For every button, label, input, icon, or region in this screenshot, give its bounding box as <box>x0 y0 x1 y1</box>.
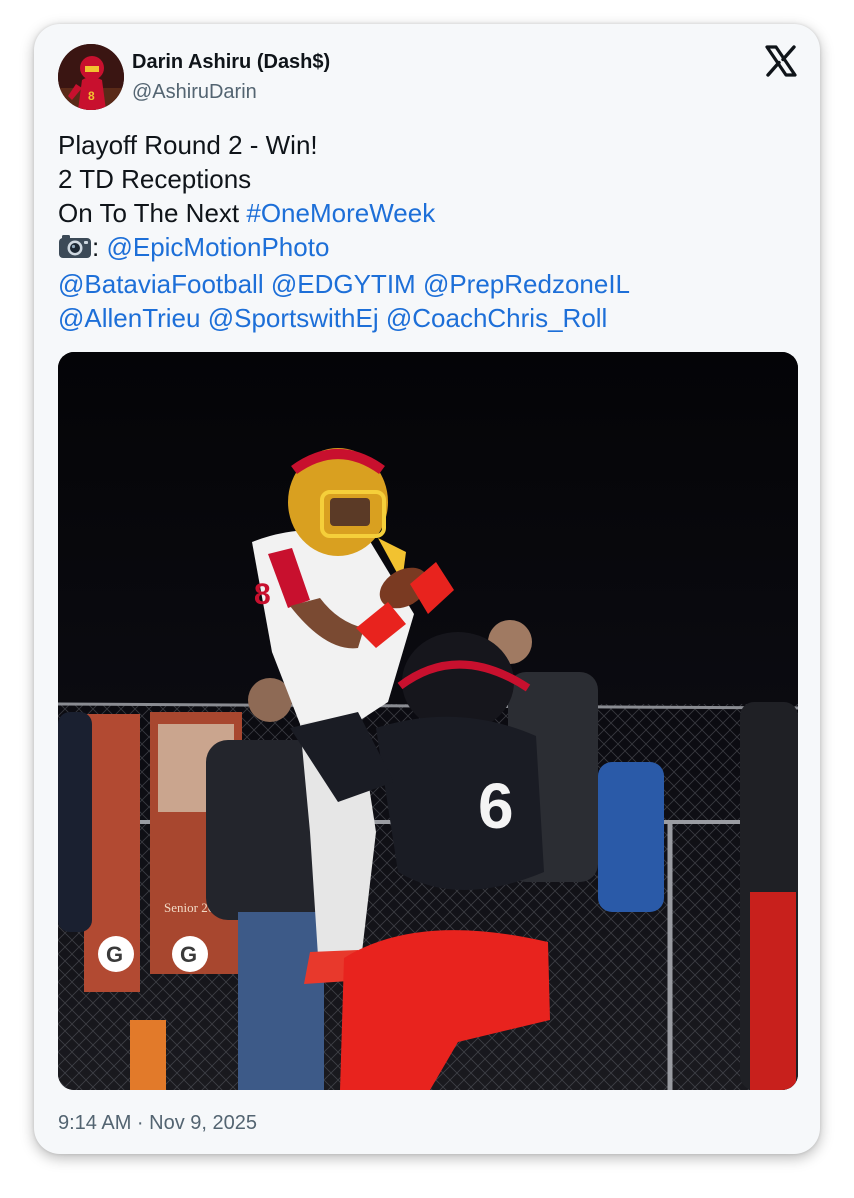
svg-text:8: 8 <box>88 89 95 103</box>
author-handle[interactable]: @AshiruDarin <box>132 81 257 104</box>
tweet-line-3: On To The Next #OneMoreWeek <box>58 196 798 230</box>
tweet-line-3-text: On To The Next <box>58 198 247 228</box>
mention-link[interactable]: @EDGYTIM <box>271 269 416 299</box>
tweet-body: Playoff Round 2 - Win! 2 TD Receptions O… <box>58 128 798 335</box>
mention-link[interactable]: @BataviaFootball <box>58 269 264 299</box>
avatar-image: 8 <box>58 44 124 110</box>
tweet-line-4: : @EpicMotionPhoto <box>58 230 798 267</box>
x-logo-icon[interactable] <box>764 44 798 78</box>
mention-link[interactable]: @SportswithEj <box>208 303 379 333</box>
football-catch-photo: Senior 2026 G G 8 6 <box>58 352 798 1090</box>
tweet-line-5: @BataviaFootball @EDGYTIM @PrepRedzoneIL <box>58 267 798 301</box>
svg-text:G: G <box>180 942 197 967</box>
author-name[interactable]: Darin Ashiru (Dash$) <box>132 51 330 74</box>
photo-credit-link[interactable]: @EpicMotionPhoto <box>106 232 329 262</box>
mention-link[interactable]: @AllenTrieu <box>58 303 200 333</box>
tweet-timestamp[interactable]: 9:14 AM · Nov 9, 2025 <box>58 1112 257 1135</box>
tweet-media-photo[interactable]: Senior 2026 G G 8 6 <box>58 352 798 1090</box>
tweet-line-2: 2 TD Receptions <box>58 164 252 194</box>
camera-icon <box>58 233 92 267</box>
jersey-number: 6 <box>478 770 514 842</box>
tweet-card[interactable]: 8 Darin Ashiru (Dash$) @AshiruDarin Play… <box>34 24 820 1154</box>
hashtag-link[interactable]: #OneMoreWeek <box>246 198 435 228</box>
camera-separator: : <box>92 232 107 262</box>
tweet-line-1: Playoff Round 2 - Win! <box>58 130 318 160</box>
author-avatar[interactable]: 8 <box>58 44 124 110</box>
tweet-line-6: @AllenTrieu @SportswithEj @CoachChris_Ro… <box>58 301 798 335</box>
jersey-number: 8 <box>254 578 271 611</box>
mention-link[interactable]: @CoachChris_Roll <box>386 303 607 333</box>
mention-link[interactable]: @PrepRedzoneIL <box>423 269 630 299</box>
svg-text:G: G <box>106 942 123 967</box>
